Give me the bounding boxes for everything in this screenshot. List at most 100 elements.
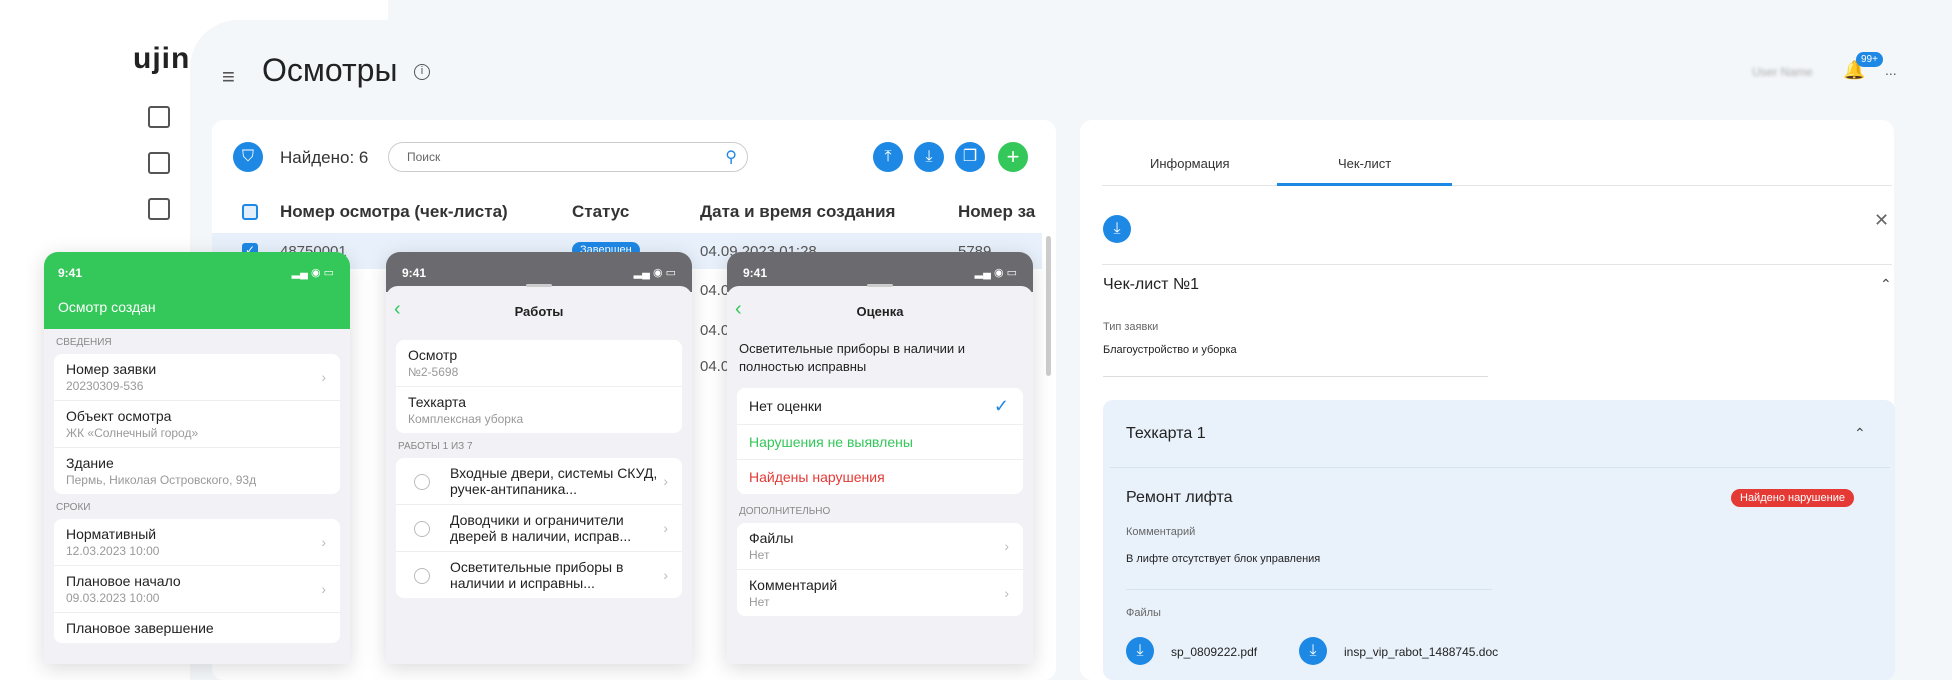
check-icon: ✓ [993, 396, 1009, 416]
option-violation[interactable]: Найдены нарушения [737, 460, 1023, 494]
techcard-title: Техкарта 1 [1126, 425, 1206, 442]
list-item[interactable]: Нормативный 12.03.2023 10:00 › [54, 519, 340, 566]
checklist-title: Чек-лист №1 [1103, 276, 1199, 293]
chevron-right-icon: › [321, 581, 326, 597]
more-icon[interactable]: ... [1885, 62, 1897, 78]
tabs-divider [1102, 185, 1892, 186]
back-icon[interactable]: ‹ [735, 298, 742, 321]
close-icon[interactable]: ✕ [1874, 210, 1889, 231]
option-ok[interactable]: Нарушения не выявлены [737, 425, 1023, 460]
upload-icon[interactable]: ⤒ [873, 142, 903, 172]
nav-bar: ‹ Работы [386, 284, 692, 330]
phone-header: 9:41 ▂▄ ◉ ▭ Осмотр создан [44, 252, 350, 329]
info-card: Номер заявки 20230309-536 › Объект осмотра… [54, 354, 340, 494]
search-icon[interactable]: ⚲ [725, 147, 737, 167]
status-time: 9:41 [402, 266, 427, 280]
search-placeholder: Поиск [407, 150, 441, 164]
download-icon[interactable]: ⤓ [1103, 215, 1131, 243]
scrollbar[interactable] [1046, 236, 1051, 376]
header-title: Осмотр создан [58, 299, 156, 315]
phone-screen-works: 9:41 ▂▄ ◉ ▭ ‹ Работы Осмотр №2-5698 Техкар… [386, 252, 692, 664]
copy-icon[interactable]: ❐ [955, 142, 985, 172]
select-all-checkbox[interactable] [242, 204, 258, 220]
list-item[interactable]: Комментарий Нет › [737, 570, 1023, 616]
status-time: 9:41 [743, 266, 768, 280]
user-name[interactable]: User Name [1752, 65, 1813, 79]
chevron-up-icon[interactable]: ⌃ [1854, 425, 1866, 442]
cell-date: 04.0 [700, 282, 730, 299]
file-link[interactable]: insp_vip_rabot_1488745.doc [1344, 645, 1498, 659]
download-icon[interactable]: ⤓ [1299, 637, 1327, 665]
section-label: СРОКИ [56, 502, 91, 513]
search-input[interactable]: Поиск ⚲ [388, 142, 748, 172]
file-link[interactable]: sp_0809222.pdf [1171, 645, 1257, 659]
dates-card: Нормативный 12.03.2023 10:00 › Плановое на… [54, 519, 340, 643]
col-number[interactable]: Номер осмотра (чек-листа) [280, 202, 508, 222]
work-item[interactable]: Осветительные приборы в наличии и исправ… [396, 552, 682, 598]
violation-badge: Найдено нарушение [1731, 489, 1854, 507]
list-item: Техкарта Комплексная уборка [408, 394, 524, 426]
question-text: Осветительные приборы в наличии и полнос… [739, 341, 966, 374]
type-value: Благоустройство и уборка [1103, 344, 1237, 356]
inbox-icon[interactable] [148, 152, 170, 174]
download-icon[interactable]: ⤓ [914, 142, 944, 172]
options-card: Нет оценки ✓ Нарушения не выявлены Найден… [737, 388, 1023, 494]
comment-value: В лифте отсутствует блок управления [1126, 553, 1321, 565]
list-item[interactable]: Плановое начало 09.03.2023 10:00 › [54, 566, 340, 613]
files-label: Файлы [1126, 607, 1161, 619]
type-label: Тип заявки [1103, 321, 1159, 333]
chevron-up-icon[interactable]: ⌃ [1880, 276, 1892, 293]
chevron-right-icon: › [321, 534, 326, 550]
found-count: Найдено: 6 [280, 148, 369, 167]
cell-date: 04.0 [700, 358, 730, 375]
col-date[interactable]: Дата и время создания [700, 202, 895, 222]
filter-icon[interactable]: ⛉ [233, 142, 263, 172]
list-item[interactable]: Здание Пермь, Николая Островского, 93д [54, 448, 340, 494]
work-item[interactable]: Доводчики и ограничители дверей в наличи… [396, 505, 682, 552]
divider [1126, 589, 1492, 590]
phone-screen-created: 9:41 ▂▄ ◉ ▭ Осмотр создан СВЕДЕНИЯ Номер… [44, 252, 350, 664]
info-icon[interactable]: i [414, 64, 430, 80]
col-status[interactable]: Статус [572, 202, 629, 222]
divider [1110, 467, 1890, 468]
nav-title: Оценка [856, 304, 904, 319]
works-card: Входные двери, системы СКУД, ручек-антип… [396, 458, 682, 598]
page-title: Осмотры [262, 52, 398, 88]
status-icons: ▂▄ ◉ ▭ [633, 267, 676, 279]
chevron-right-icon: › [1004, 538, 1009, 554]
list-item[interactable]: Файлы Нет › [737, 523, 1023, 570]
nav-bar: ‹ Оценка [727, 284, 1033, 330]
download-icon[interactable]: ⤓ [1126, 637, 1154, 665]
status-icons: ▂▄ ◉ ▭ [291, 267, 334, 279]
list-item[interactable]: Номер заявки 20230309-536 › [54, 354, 340, 401]
list-item[interactable]: Плановое завершение [54, 613, 340, 643]
divider [1103, 376, 1488, 377]
col-number2[interactable]: Номер за [958, 202, 1035, 222]
tab-indicator [1277, 183, 1452, 186]
tab-info[interactable]: Информация [1150, 156, 1230, 171]
divider [1102, 264, 1892, 265]
section-label: СВЕДЕНИЯ [56, 337, 112, 348]
comment-label: Комментарий [1126, 526, 1196, 538]
option-none[interactable]: Нет оценки ✓ [737, 388, 1023, 425]
menu-icon[interactable]: ≡ [222, 64, 235, 90]
list-item[interactable]: Объект осмотра ЖК «Солнечный город» [54, 401, 340, 448]
logo: ujin [133, 42, 191, 75]
work-item[interactable]: Входные двери, системы СКУД, ручек-антип… [396, 458, 682, 505]
radio-button[interactable] [414, 474, 430, 490]
nav-title: Работы [514, 304, 564, 319]
chevron-right-icon: › [663, 567, 668, 583]
radio-button[interactable] [414, 521, 430, 537]
item-title: Ремонт лифта [1126, 489, 1233, 506]
radio-button[interactable] [414, 568, 430, 584]
extra-card: Файлы Нет › Комментарий Нет › [737, 523, 1023, 616]
add-icon[interactable]: + [998, 142, 1028, 172]
section-label: РАБОТЫ 1 ИЗ 7 [398, 441, 473, 452]
phone-screen-rating: 9:41 ▂▄ ◉ ▭ ‹ Оценка Осветительные прибор… [727, 252, 1033, 664]
list-item: Осмотр №2-5698 [396, 340, 682, 387]
section-label: ДОПОЛНИТЕЛЬНО [739, 506, 831, 517]
back-icon[interactable]: ‹ [394, 298, 401, 321]
dashboard-icon[interactable] [148, 106, 170, 128]
monitor-icon[interactable] [148, 198, 170, 220]
tab-checklist[interactable]: Чек-лист [1338, 156, 1391, 171]
